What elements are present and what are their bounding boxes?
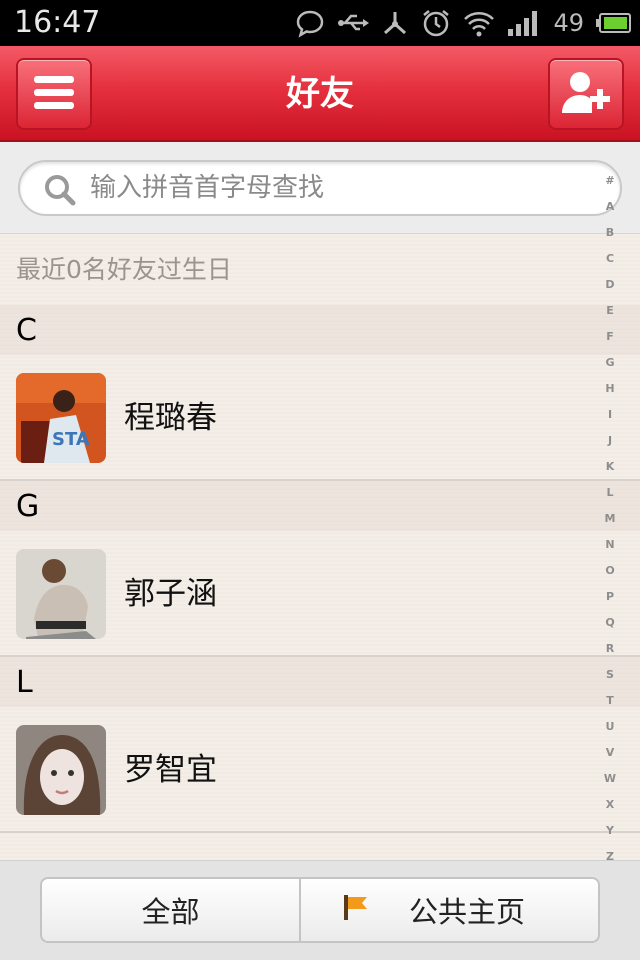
alphabet-index-letter[interactable]: S [598,662,622,688]
alphabet-index-letter[interactable]: K [598,454,622,480]
tab-public-label: 公共主页 [409,895,526,929]
alphabet-index-letter[interactable]: O [598,558,622,584]
section-header-l: L [0,657,640,707]
alarm-icon [421,8,451,38]
alphabet-index-letter[interactable]: X [598,792,622,818]
share-icon [381,9,409,37]
alphabet-index-letter[interactable]: B [598,220,622,246]
alphabet-index-letter[interactable]: L [598,480,622,506]
page-title: 好友 [286,74,354,114]
list-item[interactable]: 罗智宜 [0,707,640,833]
alphabet-index-letter[interactable]: T [598,688,622,714]
list-item[interactable]: STA 程璐春 [0,355,640,481]
alphabet-index-letter[interactable]: Q [598,610,622,636]
alphabet-index-letter[interactable]: V [598,740,622,766]
alphabet-index-letter[interactable]: E [598,298,622,324]
chat-icon [295,8,325,38]
search-box[interactable] [18,160,622,216]
avatar [16,549,106,639]
alphabet-index-letter[interactable]: I [598,402,622,428]
birthday-notice[interactable]: 最近0名好友过生日 [0,235,640,305]
alphabet-index-letter[interactable]: N [598,532,622,558]
add-friend-button[interactable] [548,58,624,130]
alphabet-index-letter[interactable]: D [598,272,622,298]
usb-icon [337,10,370,36]
tab-public-pages[interactable]: 公共主页 [299,879,598,941]
svg-text:STA: STA [52,429,90,450]
avatar: STA [16,373,106,463]
alphabet-index-letter[interactable]: Y [598,818,622,844]
friend-name: 郭子涵 [124,576,217,612]
avatar [16,725,106,815]
section-header-g: G [0,481,640,531]
alphabet-index-letter[interactable]: W [598,766,622,792]
flag-icon [341,893,369,927]
battery-icon [596,12,632,34]
wifi-icon [463,9,495,37]
alphabet-index-letter[interactable]: J [598,428,622,454]
friend-name: 罗智宜 [124,752,217,788]
status-time: 16:47 [14,5,101,40]
add-friend-icon [560,69,612,119]
alphabet-index-letter[interactable]: R [598,636,622,662]
status-icons: 49 [295,6,632,40]
alphabet-index-letter[interactable]: F [598,324,622,350]
alphabet-index-letter[interactable]: A [598,194,622,220]
alphabet-index-letter[interactable]: U [598,714,622,740]
alphabet-index-letter[interactable]: M [598,506,622,532]
tab-all[interactable]: 全部 [42,879,299,941]
section-header-c: C [0,305,640,355]
search-input[interactable] [90,162,590,214]
battery-percent: 49 [553,9,584,37]
status-bar: 16:47 49 [0,0,640,46]
friend-name: 程璐春 [124,400,217,436]
bottom-bar: 全部 公共主页 [0,860,640,960]
header: 好友 [0,46,640,142]
signal-icon [507,9,541,37]
friend-list[interactable]: 最近0名好友过生日 C STA 程璐春 G 郭子涵 L 罗智宜 [0,235,640,860]
alphabet-index-letter[interactable]: C [598,246,622,272]
list-item[interactable] [0,833,640,860]
search-icon [44,174,76,210]
search-zone [0,142,640,234]
alphabet-index-letter[interactable]: # [598,168,622,194]
list-item[interactable]: 郭子涵 [0,531,640,657]
alphabet-index[interactable]: # A B C D E F G H I J K L M N O P Q R S T U V W X Y Z [598,168,622,870]
alphabet-index-letter[interactable]: H [598,376,622,402]
alphabet-index-letter[interactable]: G [598,350,622,376]
alphabet-index-letter[interactable]: P [598,584,622,610]
tab-segment: 全部 公共主页 [40,877,600,943]
